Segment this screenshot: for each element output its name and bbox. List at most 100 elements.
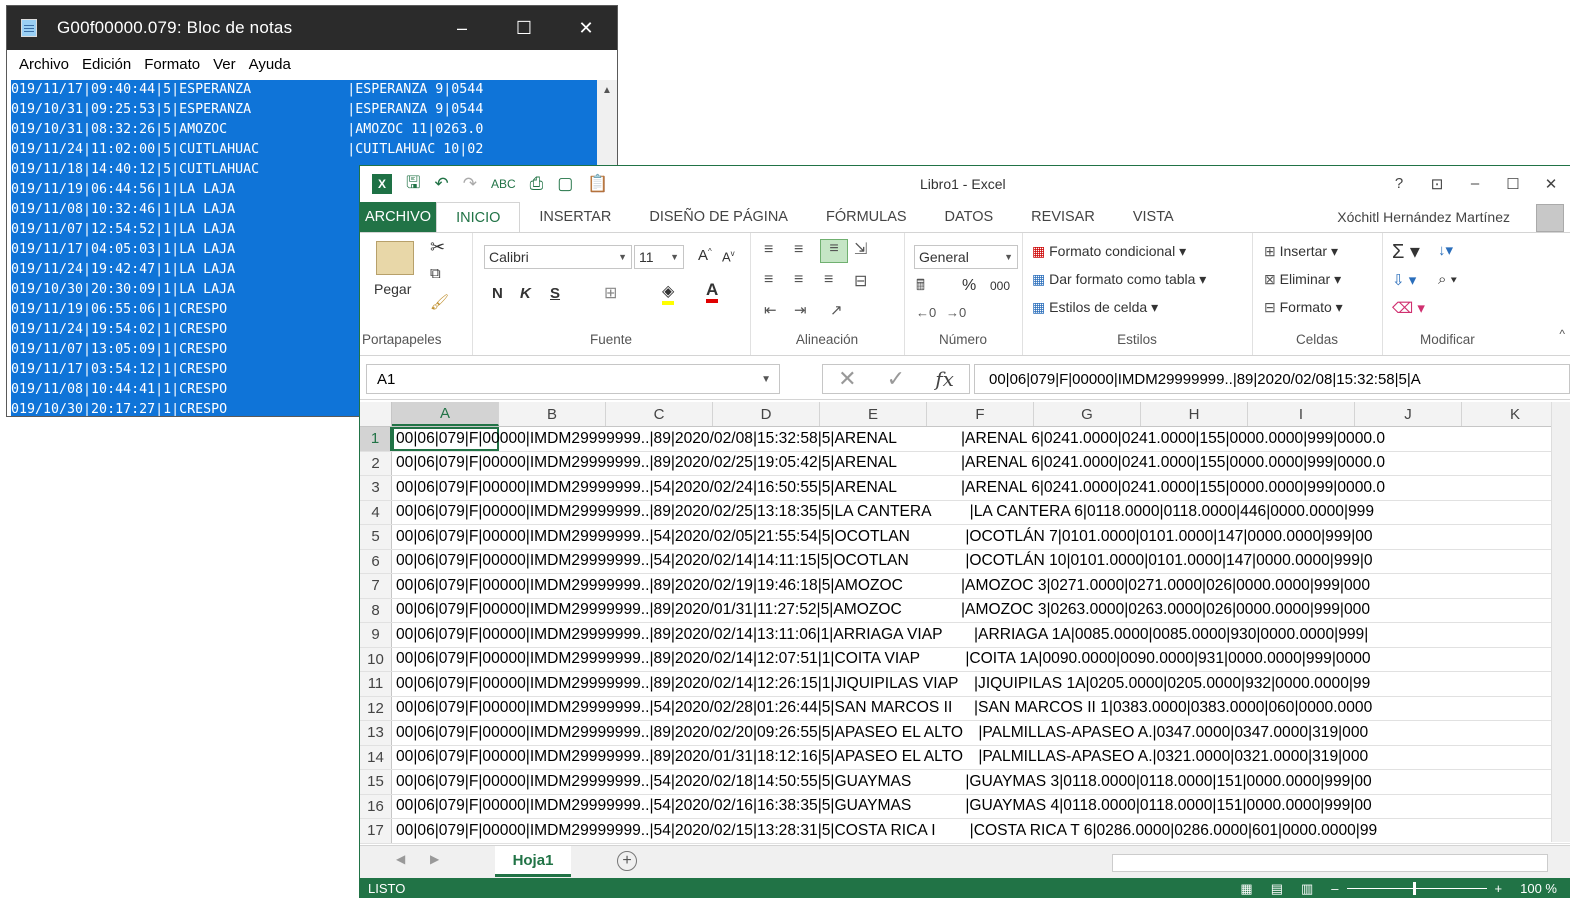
row-header[interactable]: 1 <box>360 427 392 451</box>
minimize-icon[interactable]: – <box>1456 175 1494 193</box>
page-break-icon[interactable]: ▥ <box>1301 881 1313 897</box>
decrease-decimal-icon[interactable]: →0 <box>946 305 966 320</box>
number-format-select[interactable]: General ▼ <box>914 245 1018 269</box>
orientation-icon[interactable]: ↗ <box>830 301 843 319</box>
tab-inicio[interactable]: INICIO <box>436 202 521 232</box>
close-icon[interactable]: ✕ <box>1532 175 1570 193</box>
autosum-icon[interactable]: Σ ▾ <box>1392 239 1420 264</box>
row-header[interactable]: 15 <box>360 770 392 794</box>
row-header[interactable]: 10 <box>360 647 392 671</box>
format-painter-icon[interactable]: 🖌 <box>430 293 449 311</box>
find-select-icon[interactable]: ⌕ ▾ <box>1438 271 1457 288</box>
row-header[interactable]: 9 <box>360 623 392 647</box>
column-header-c[interactable]: C <box>606 402 713 426</box>
italic-button[interactable]: K <box>520 285 531 302</box>
paste-quick-icon[interactable]: 📋 <box>587 174 608 194</box>
row-cells[interactable]: 00|06|079|F|00000|IMDM29999999..|89|2020… <box>392 672 1570 696</box>
column-header-a[interactable]: A <box>392 402 499 426</box>
zoom-out-icon[interactable]: – <box>1331 881 1338 896</box>
increase-decimal-icon[interactable]: ←0 <box>916 305 936 320</box>
cut-icon[interactable]: ✂ <box>430 237 445 258</box>
tab-datos[interactable]: DATOS <box>926 202 1013 232</box>
redo-icon[interactable]: ↷ <box>463 174 477 194</box>
paste-icon[interactable] <box>376 241 414 275</box>
align-bottom-icon[interactable]: ≡ <box>820 239 848 263</box>
column-header-d[interactable]: D <box>713 402 820 426</box>
thousands-button[interactable]: 000 <box>990 279 1010 293</box>
row-header[interactable]: 17 <box>360 819 392 843</box>
percent-button[interactable]: % <box>962 277 976 295</box>
tab-vista[interactable]: VISTA <box>1114 202 1193 232</box>
row-header[interactable]: 7 <box>360 574 392 598</box>
confirm-icon[interactable]: ✓ <box>887 366 905 392</box>
row-header[interactable]: 3 <box>360 476 392 500</box>
fill-color-icon[interactable]: ◈ <box>662 281 675 305</box>
row-cells[interactable]: 00|06|079|F|00000|IMDM29999999..|54|2020… <box>392 550 1570 574</box>
row-cells[interactable]: 00|06|079|F|00000|IMDM29999999..|54|2020… <box>392 476 1570 500</box>
row-cells[interactable]: 00|06|079|F|00000|IMDM29999999..|89|2020… <box>392 452 1570 476</box>
align-left-icon[interactable]: ≡ <box>764 271 773 289</box>
ribbon-display-options-icon[interactable]: ⊡ <box>1418 175 1456 193</box>
bold-button[interactable]: N <box>492 285 503 302</box>
row-cells[interactable]: 00|06|079|F|00000|IMDM29999999..|89|2020… <box>392 623 1570 647</box>
decrease-indent-icon[interactable]: ⇤ <box>764 301 777 319</box>
conditional-format-button[interactable]: ▦ Formato condicional ▾ <box>1032 243 1186 260</box>
row-cells[interactable]: 00|06|079|F|00000|IMDM29999999..|89|2020… <box>392 427 1570 451</box>
paste-button[interactable]: Pegar <box>374 281 411 297</box>
vertical-scrollbar[interactable] <box>1551 402 1570 842</box>
row-cells[interactable]: 00|06|079|F|00000|IMDM29999999..|54|2020… <box>392 770 1570 794</box>
copy-icon[interactable]: ⧉ <box>430 265 441 282</box>
column-header-g[interactable]: G <box>1034 402 1141 426</box>
menu-ayuda[interactable]: Ayuda <box>249 56 291 73</box>
font-color-icon[interactable]: A <box>706 281 719 303</box>
delete-cells-button[interactable]: ⊠ Eliminar ▾ <box>1264 271 1341 288</box>
row-header[interactable]: 8 <box>360 598 392 622</box>
row-header[interactable]: 5 <box>360 525 392 549</box>
row-cells[interactable]: 00|06|079|F|00000|IMDM29999999..|89|2020… <box>392 574 1570 598</box>
close-icon[interactable]: ✕ <box>555 6 617 50</box>
accounting-format-icon[interactable]: 🖩 <box>916 275 925 300</box>
row-cells[interactable]: 00|06|079|F|00000|IMDM29999999..|89|2020… <box>392 721 1570 745</box>
sheet-tab-hoja1[interactable]: Hoja1 <box>495 846 571 877</box>
align-middle-icon[interactable]: ≡ <box>794 241 803 259</box>
tab-formulas[interactable]: FÓRMULAS <box>807 202 926 232</box>
menu-ver[interactable]: Ver <box>213 56 236 73</box>
cancel-icon[interactable]: ✕ <box>838 366 856 392</box>
merge-center-icon[interactable]: ⊟ <box>854 271 867 291</box>
row-header[interactable]: 6 <box>360 549 392 573</box>
save-icon[interactable]: 🖫 <box>406 170 420 199</box>
format-as-table-button[interactable]: ▦ Dar formato como tabla ▾ <box>1032 271 1206 288</box>
align-top-icon[interactable]: ≡ <box>764 241 773 259</box>
fill-icon[interactable]: ⇩ ▾ <box>1392 271 1416 289</box>
row-cells[interactable]: 00|06|079|F|00000|IMDM29999999..|89|2020… <box>392 501 1570 525</box>
increase-indent-icon[interactable]: ⇥ <box>794 301 807 319</box>
help-icon[interactable]: ? <box>1380 175 1418 193</box>
chevron-down-icon[interactable]: ▼ <box>761 374 771 385</box>
spelling-icon[interactable]: ABC <box>491 177 516 191</box>
spreadsheet-grid[interactable]: ABCDEFGHIJK 1 00|06|079|F|00000|IMDM29999… <box>360 402 1570 844</box>
add-sheet-button[interactable]: + <box>617 851 637 871</box>
notepad-titlebar[interactable]: G00f00000.079: Bloc de notas – ☐ ✕ <box>7 6 617 50</box>
formula-input[interactable]: 00|06|079|F|00000|IMDM29999999..|89|2020… <box>974 364 1570 394</box>
horizontal-scrollbar[interactable] <box>1112 854 1548 872</box>
menu-formato[interactable]: Formato <box>144 56 200 73</box>
row-header[interactable]: 11 <box>360 672 392 696</box>
row-header[interactable]: 2 <box>360 451 392 475</box>
font-size-select[interactable]: 11 ▼ <box>634 245 684 269</box>
underline-button[interactable]: S <box>550 285 560 302</box>
cell-styles-button[interactable]: ▦ Estilos de celda ▾ <box>1032 299 1158 316</box>
prev-sheet-icon[interactable]: ◀ <box>396 852 405 866</box>
zoom-level[interactable]: 100 % <box>1520 881 1557 896</box>
tab-archivo[interactable]: ARCHIVO <box>360 202 437 232</box>
menu-archivo[interactable]: Archivo <box>19 56 69 73</box>
row-cells[interactable]: 00|06|079|F|00000|IMDM29999999..|54|2020… <box>392 697 1570 721</box>
row-header[interactable]: 14 <box>360 745 392 769</box>
column-header-h[interactable]: H <box>1141 402 1248 426</box>
tab-insertar[interactable]: INSERTAR <box>520 202 630 232</box>
column-header-i[interactable]: I <box>1248 402 1355 426</box>
row-header[interactable]: 13 <box>360 721 392 745</box>
excel-titlebar[interactable]: X 🖫 ↶ ↷ ABC ⎙ ▢ 📋 Libro1 - Excel ? ⊡ – ☐… <box>360 166 1570 202</box>
row-header[interactable]: 16 <box>360 794 392 818</box>
font-name-select[interactable]: Calibri ▼ <box>484 245 632 269</box>
zoom-slider[interactable] <box>1346 882 1487 895</box>
